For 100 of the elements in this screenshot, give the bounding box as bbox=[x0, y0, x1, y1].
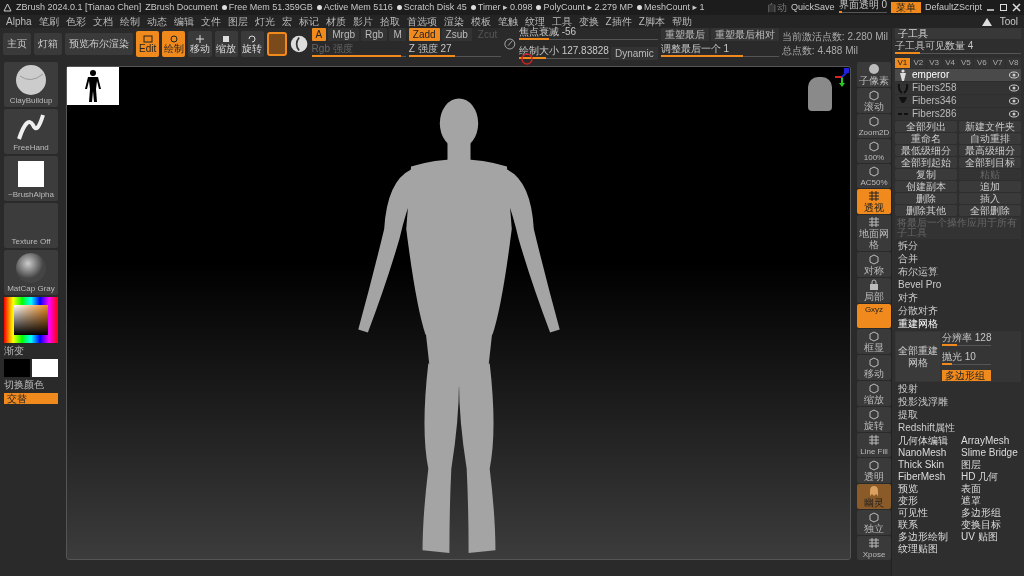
tool-menu-item[interactable]: 多边形组 bbox=[958, 507, 1021, 519]
subtool-action-button[interactable]: 创建副本 bbox=[895, 181, 957, 192]
tool-menu-item[interactable]: UV 贴图 bbox=[958, 531, 1021, 543]
menu-item[interactable]: 文件 bbox=[200, 15, 221, 28]
brush-tile[interactable]: ClayBuildup bbox=[4, 62, 58, 107]
z-mode-toggle[interactable]: Zadd bbox=[408, 28, 440, 41]
tool-menu-item[interactable]: Thick Skin bbox=[895, 459, 958, 471]
subtool-action-button[interactable]: 全部删除 bbox=[959, 205, 1021, 216]
switch-color-label[interactable]: 切换颜色 bbox=[4, 379, 58, 391]
menu-item[interactable]: 图层 bbox=[227, 15, 248, 28]
subtool-item[interactable]: Fibers258 bbox=[895, 82, 1021, 94]
viewport-tool-button[interactable]: 100% bbox=[857, 139, 891, 163]
toolbar-button[interactable]: 重塑最后相对 bbox=[710, 28, 779, 41]
channel-toggle[interactable]: M bbox=[389, 28, 406, 41]
menu-item[interactable]: 渲染 bbox=[443, 15, 464, 28]
menu-item[interactable]: 色彩 bbox=[65, 15, 86, 28]
menu-item[interactable]: 绘制 bbox=[119, 15, 140, 28]
mode-button[interactable]: 绘制 bbox=[162, 31, 186, 57]
subtool-action-button[interactable]: 删除 bbox=[895, 193, 957, 204]
viewport-tool-button[interactable]: Zoom2D bbox=[857, 114, 891, 138]
viewport-tool-button[interactable]: 对称 bbox=[857, 252, 891, 277]
viewport-tool-button[interactable]: Line Fill bbox=[857, 433, 891, 457]
remesh-all-button[interactable]: 全部重建网格 bbox=[896, 332, 940, 381]
menu-item[interactable]: Z脚本 bbox=[638, 15, 665, 28]
tool-menu-item[interactable]: ArrayMesh bbox=[958, 435, 1021, 447]
channel-toggle[interactable]: Mrgb bbox=[328, 28, 360, 41]
subtool-action-button[interactable]: 复制 bbox=[895, 169, 957, 180]
focal-shift-slider[interactable]: 焦点衰减 -56 bbox=[518, 26, 658, 43]
viewport-tool-button[interactable]: 缩放 bbox=[857, 381, 891, 406]
color-picker[interactable] bbox=[4, 297, 58, 343]
subpalette-item[interactable]: 对齐 bbox=[895, 292, 1021, 304]
menu-item[interactable]: Z插件 bbox=[605, 15, 632, 28]
polish-slider[interactable]: 抛光 10 bbox=[942, 351, 992, 368]
tool-menu-item[interactable]: 联系 bbox=[895, 519, 958, 531]
subpalette-item[interactable]: Redshift属性 bbox=[895, 422, 1021, 434]
channel-toggle[interactable]: A bbox=[311, 28, 327, 41]
subtool-action-button[interactable]: 全部到目标 bbox=[959, 157, 1021, 168]
subtool-item[interactable]: emperor bbox=[895, 69, 1021, 81]
viewport-tool-button[interactable]: 框显 bbox=[857, 329, 891, 354]
toolbar-button[interactable]: 重塑最后 bbox=[660, 28, 709, 41]
tool-menu-item[interactable]: 遮罩 bbox=[958, 495, 1021, 507]
menu-item[interactable]: 标记 bbox=[298, 15, 319, 28]
channel-toggle[interactable]: Rgb bbox=[361, 28, 388, 41]
tool-menu-item[interactable]: 几何体编辑 bbox=[895, 435, 958, 447]
menu-item[interactable]: 动态 bbox=[146, 15, 167, 28]
version-tab[interactable]: V5 bbox=[958, 58, 974, 68]
mode-button[interactable]: Edit bbox=[136, 31, 160, 57]
resolution-slider[interactable]: 分辨率 128 bbox=[942, 332, 992, 349]
subpalette-item[interactable]: 合并 bbox=[895, 253, 1021, 265]
mode-button[interactable]: 缩放 bbox=[214, 31, 238, 57]
subtool-action-button[interactable]: 最低级细分 bbox=[895, 145, 957, 156]
primary-color-swatch[interactable] bbox=[4, 359, 30, 377]
toolbar-button[interactable]: 预览布尔渲染 bbox=[65, 33, 133, 55]
alternate-toggle[interactable]: 交替 bbox=[4, 393, 58, 404]
quicksave-button[interactable]: QuickSave bbox=[791, 2, 835, 13]
interface-opacity-slider[interactable]: 界面透明 0 bbox=[838, 0, 887, 16]
subpalette-item[interactable]: 重建网格 bbox=[895, 318, 1021, 330]
tool-menu-item[interactable]: 可见性 bbox=[895, 507, 958, 519]
menu-item[interactable]: 首选项 bbox=[406, 15, 437, 28]
subpalette-item[interactable]: 拆分 bbox=[895, 240, 1021, 252]
dynamic-toggle[interactable]: Dynamic bbox=[610, 47, 658, 60]
subtool-action-button[interactable]: 插入 bbox=[959, 193, 1021, 204]
tool-menu-item[interactable]: 纹理贴图 bbox=[895, 543, 958, 555]
menu-item[interactable]: 材质 bbox=[325, 15, 346, 28]
menu-item[interactable]: 变换 bbox=[578, 15, 599, 28]
alpha-tile[interactable]: ~BrushAlpha bbox=[4, 156, 58, 201]
menu-item[interactable]: 宏 bbox=[281, 15, 292, 28]
tool-menu-item[interactable]: 表面 bbox=[958, 483, 1021, 495]
tool-menu-item[interactable]: 图层 bbox=[958, 459, 1021, 471]
subpalette-item[interactable]: Bevel Pro bbox=[895, 279, 1021, 291]
viewport-tool-button[interactable]: 透明 bbox=[857, 458, 891, 483]
subpalette-item[interactable]: 分散对齐 bbox=[895, 305, 1021, 317]
viewport-tool-button[interactable]: 子像素 bbox=[857, 62, 891, 87]
subpalette-item[interactable]: 提取 bbox=[895, 409, 1021, 421]
stroke-tile[interactable]: FreeHand bbox=[4, 109, 58, 154]
tool-menu-item[interactable]: HD 几何 bbox=[958, 471, 1021, 483]
menu-item[interactable]: 工具 bbox=[551, 15, 572, 28]
subtool-action-button[interactable]: 重命名 bbox=[895, 133, 957, 144]
menu-item[interactable]: 文档 bbox=[92, 15, 113, 28]
menu-item[interactable]: 帮助 bbox=[671, 15, 692, 28]
panel-header[interactable]: 子工具 bbox=[895, 28, 1021, 39]
toolbar-button[interactable]: 主页 bbox=[3, 33, 31, 55]
adjust-last-slider[interactable]: 调整最后一个 1 bbox=[660, 43, 779, 60]
texture-tile[interactable]: Texture Off bbox=[4, 203, 58, 248]
mode-button[interactable]: 旋转 bbox=[240, 31, 264, 57]
version-tab[interactable]: V8 bbox=[1006, 58, 1021, 68]
subtool-action-button[interactable]: 新建文件夹 bbox=[959, 121, 1021, 132]
menu-item[interactable]: 拾取 bbox=[379, 15, 400, 28]
menu-item[interactable]: 编辑 bbox=[173, 15, 194, 28]
subtool-item[interactable]: Fibers346 bbox=[895, 95, 1021, 107]
toolbar-button[interactable]: 灯箱 bbox=[34, 33, 62, 55]
visible-count-slider[interactable]: 子工具可见数量 4 bbox=[895, 40, 1021, 57]
viewport-tool-button[interactable]: Xpose bbox=[857, 536, 891, 560]
tool-menu-item[interactable]: 多边形绘制 bbox=[895, 531, 958, 543]
viewport-tool-button[interactable]: 透视 bbox=[857, 189, 891, 214]
viewport-tool-button[interactable]: AC50% bbox=[857, 164, 891, 188]
version-tab[interactable]: V1 bbox=[895, 58, 910, 68]
version-tab[interactable]: V4 bbox=[942, 58, 958, 68]
subtool-action-button[interactable]: 全部到起始 bbox=[895, 157, 957, 168]
material-swatch[interactable] bbox=[266, 32, 288, 56]
